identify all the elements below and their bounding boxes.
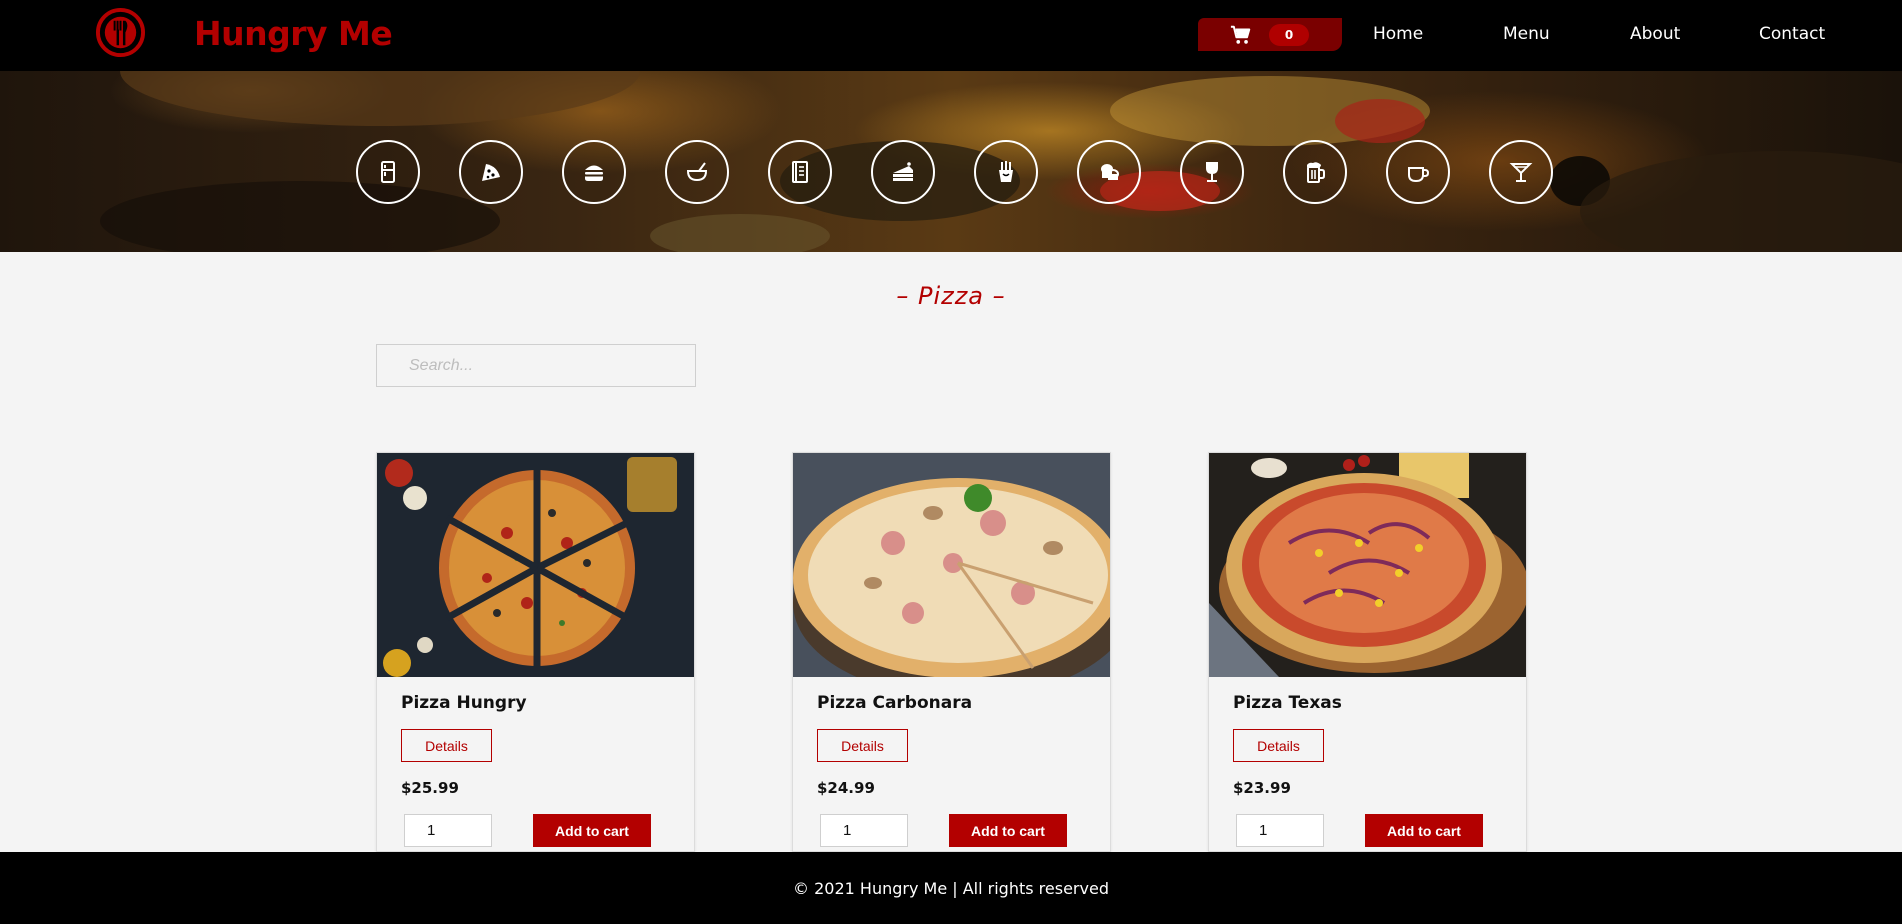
product-price: $24.99	[817, 779, 875, 797]
product-card: Pizza Texas Details $23.99 Add to cart	[1208, 452, 1527, 852]
cart-count-badge: 0	[1269, 23, 1309, 46]
details-button[interactable]: Details	[401, 729, 492, 762]
category-cake[interactable]	[871, 140, 935, 204]
coffee-cup-icon	[1408, 167, 1430, 183]
bowl-icon	[686, 162, 708, 182]
page-footer: © 2021 Hungry Me | All rights reserved	[0, 852, 1902, 924]
product-name[interactable]: Pizza Hungry	[401, 693, 527, 713]
nav-about-link[interactable]: About	[1630, 24, 1680, 44]
details-button[interactable]: Details	[1233, 729, 1324, 762]
beer-mug-icon	[1307, 162, 1325, 183]
fries-icon	[999, 161, 1013, 182]
product-price: $25.99	[401, 779, 459, 797]
burger-icon	[585, 165, 603, 181]
cocktail-icon	[1509, 163, 1533, 182]
cart-button[interactable]: 0	[1198, 18, 1342, 51]
product-card: Pizza Hungry Details $25.99 Add to cart	[376, 452, 695, 852]
category-bread[interactable]	[1077, 140, 1141, 204]
cake-icon	[893, 162, 913, 181]
nav-contact-link[interactable]: Contact	[1759, 24, 1825, 44]
pizza-icon	[482, 164, 500, 181]
nav-home-link[interactable]: Home	[1373, 24, 1423, 44]
quantity-input[interactable]	[404, 814, 492, 847]
fridge-icon	[381, 161, 395, 183]
details-button[interactable]: Details	[817, 729, 908, 762]
wine-glass-icon	[1206, 162, 1218, 182]
menu-book-icon	[792, 161, 808, 183]
restaurant-logo-icon[interactable]	[95, 7, 146, 58]
top-header: Hungry Me 0 Home Menu About Contact	[0, 0, 1902, 71]
product-name[interactable]: Pizza Carbonara	[817, 693, 972, 713]
pizza-photo	[793, 453, 1110, 677]
add-to-cart-button[interactable]: Add to cart	[949, 814, 1067, 847]
cart-icon	[1230, 25, 1251, 44]
product-card: Pizza Carbonara Details $24.99 Add to ca…	[792, 452, 1111, 852]
bread-icon	[1101, 164, 1119, 180]
product-image[interactable]	[377, 453, 694, 677]
category-coffee[interactable]	[1386, 140, 1450, 204]
page-title: – Pizza –	[896, 282, 1006, 310]
add-to-cart-button[interactable]: Add to cart	[533, 814, 651, 847]
category-icon-row	[356, 140, 1553, 204]
product-price: $23.99	[1233, 779, 1291, 797]
category-cocktail[interactable]	[1489, 140, 1553, 204]
search-input[interactable]	[376, 344, 696, 387]
copyright-text: © 2021 Hungry Me | All rights reserved	[793, 878, 1109, 898]
pizza-photo	[377, 453, 694, 677]
pizza-photo	[1209, 453, 1526, 677]
category-menu-book[interactable]	[768, 140, 832, 204]
product-name[interactable]: Pizza Texas	[1233, 693, 1342, 713]
category-bowl[interactable]	[665, 140, 729, 204]
category-fridge[interactable]	[356, 140, 420, 204]
category-pizza[interactable]	[459, 140, 523, 204]
brand-name[interactable]: Hungry Me	[194, 14, 393, 53]
product-image[interactable]	[1209, 453, 1526, 677]
quantity-input[interactable]	[820, 814, 908, 847]
hero-banner	[0, 71, 1902, 252]
product-image[interactable]	[793, 453, 1110, 677]
category-beer[interactable]	[1283, 140, 1347, 204]
category-wine[interactable]	[1180, 140, 1244, 204]
category-burger[interactable]	[562, 140, 626, 204]
category-fries[interactable]	[974, 140, 1038, 204]
nav-menu-link[interactable]: Menu	[1503, 24, 1550, 44]
add-to-cart-button[interactable]: Add to cart	[1365, 814, 1483, 847]
quantity-input[interactable]	[1236, 814, 1324, 847]
